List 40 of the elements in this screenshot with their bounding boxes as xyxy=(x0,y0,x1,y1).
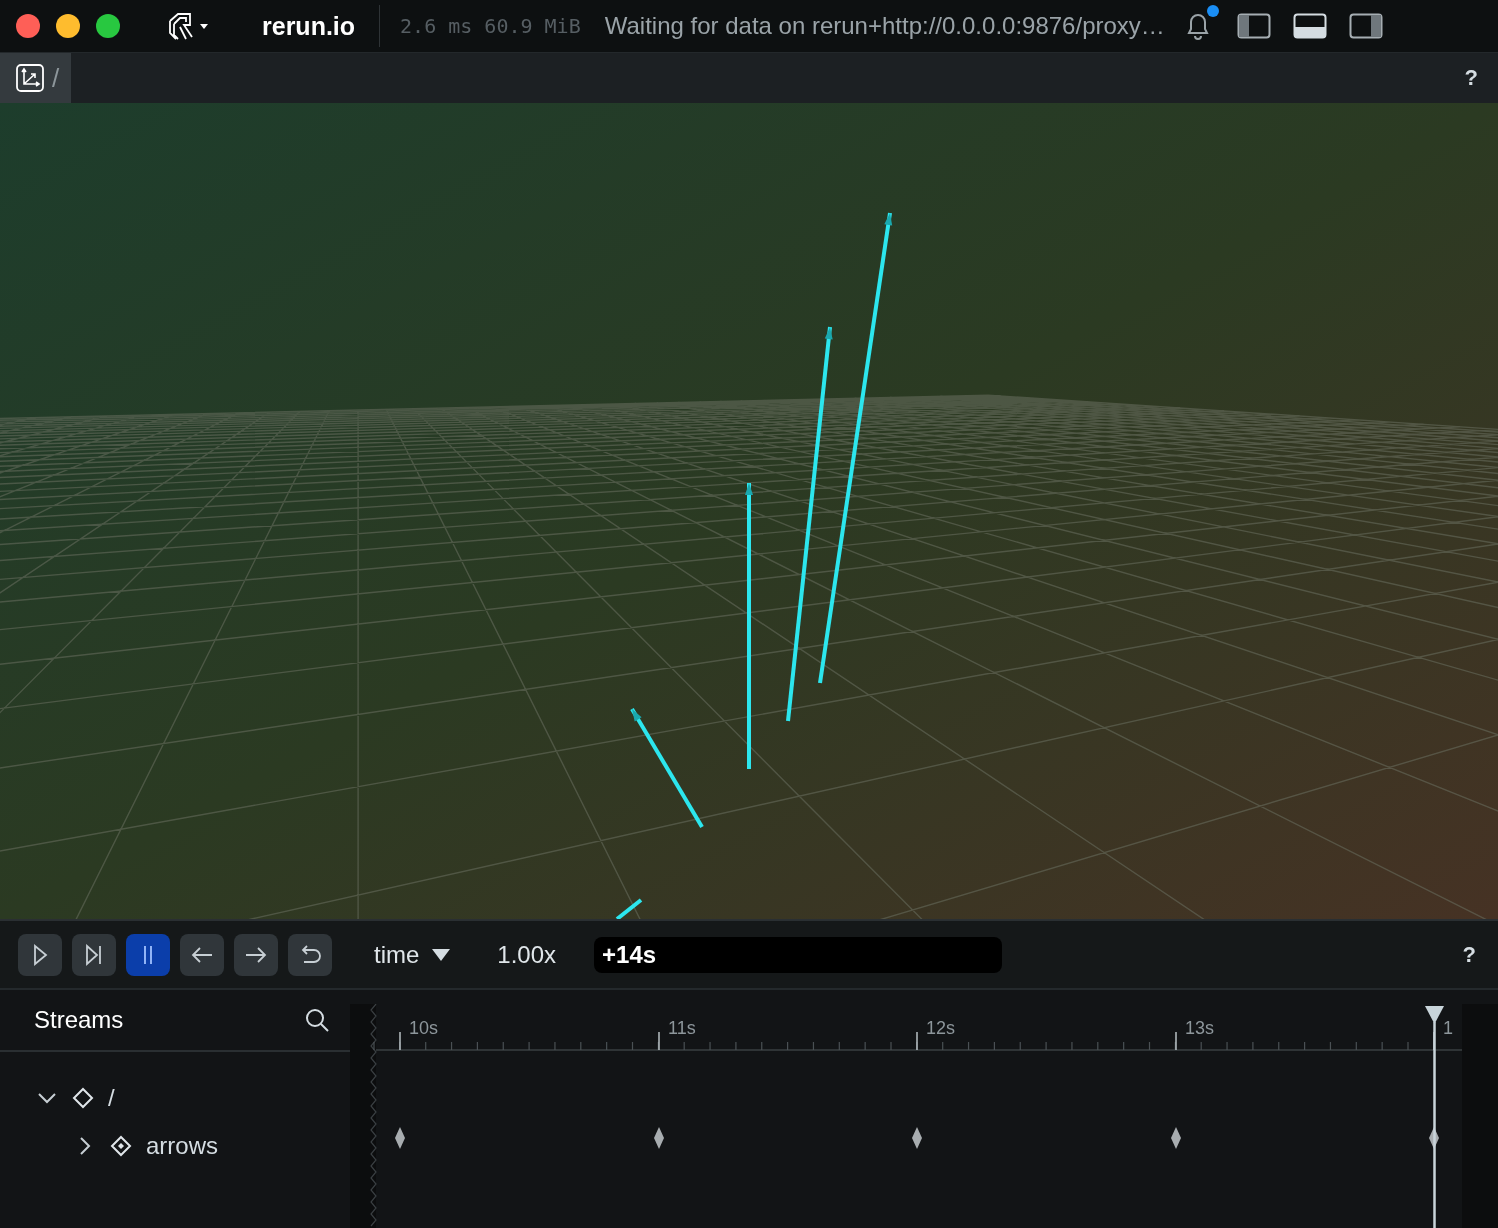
entity-diamond-icon xyxy=(110,1135,132,1157)
diamond-icon xyxy=(72,1087,94,1109)
help-button[interactable]: ? xyxy=(1464,65,1478,92)
minimize-button[interactable] xyxy=(56,14,80,39)
time-field[interactable]: +14s xyxy=(594,936,1003,973)
tree-item[interactable]: / xyxy=(0,1074,350,1122)
3d-axes-icon xyxy=(16,64,44,93)
search-icon[interactable] xyxy=(304,1007,330,1033)
time-tick-label: 1 xyxy=(1443,1018,1453,1038)
pause-button[interactable] xyxy=(126,933,170,976)
connection-status: Waiting for data on rerun+http://0.0.0.0:9876/proxy… xyxy=(604,12,1165,41)
performance-stats: 2.6 ms 60.9 MiB xyxy=(400,14,581,39)
playback-speed[interactable]: 1.00x xyxy=(497,940,557,969)
step-button[interactable] xyxy=(72,933,116,976)
time-cursor[interactable] xyxy=(1425,1006,1444,1228)
time-tick-label: 12s xyxy=(926,1018,956,1038)
app-name: rerun.io xyxy=(262,11,356,41)
streams-title: Streams xyxy=(34,1006,124,1034)
event-marker[interactable] xyxy=(395,1127,405,1149)
loop-button[interactable] xyxy=(288,933,332,976)
close-button[interactable] xyxy=(16,14,40,39)
event-marker[interactable] xyxy=(1171,1127,1181,1149)
play-button[interactable] xyxy=(18,933,62,976)
help-button[interactable]: ? xyxy=(1462,941,1476,968)
timeline-dropdown[interactable]: time xyxy=(374,940,452,969)
event-marker[interactable] xyxy=(912,1127,922,1149)
panel-toggle-icon[interactable] xyxy=(1348,13,1383,40)
dropdown-caret-icon xyxy=(431,947,452,962)
next-button[interactable] xyxy=(234,933,278,976)
event-marker[interactable] xyxy=(654,1127,664,1149)
panel-toggle-icon[interactable] xyxy=(1236,13,1271,40)
view-tab[interactable]: / xyxy=(0,53,72,104)
event-marker[interactable] xyxy=(1429,1127,1439,1149)
time-tick-label: 10s xyxy=(409,1018,439,1038)
zoom-button[interactable] xyxy=(96,14,120,39)
prev-button[interactable] xyxy=(180,933,224,976)
panel-toggle-icon[interactable] xyxy=(1292,13,1327,40)
time-tick-label: 11s xyxy=(668,1018,696,1038)
tree-item[interactable]: arrows xyxy=(0,1122,350,1170)
time-tick-label: 13s xyxy=(1185,1018,1215,1038)
